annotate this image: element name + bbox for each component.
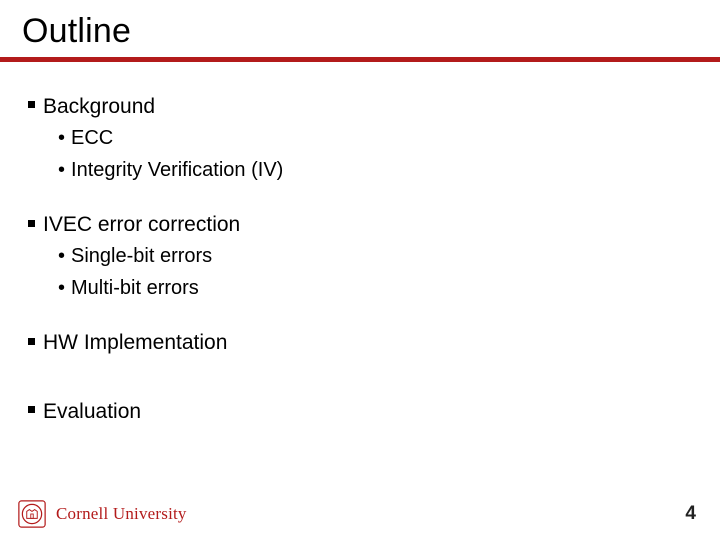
dot-bullet-icon: • — [58, 246, 65, 266]
slide-title: Outline — [0, 0, 720, 55]
outline-label: Background — [43, 95, 155, 118]
outline-sublabel: Single-bit errors — [71, 245, 212, 267]
cornell-seal-icon — [18, 500, 46, 528]
dot-bullet-icon: • — [58, 160, 65, 180]
square-bullet-icon — [28, 101, 35, 108]
outline-sublabel: ECC — [71, 127, 113, 149]
slide-body: Background • ECC • Integrity Verification … — [0, 62, 720, 426]
outline-item-ivec: IVEC error correction — [28, 212, 692, 239]
outline-label: Evaluation — [43, 400, 141, 423]
slide-footer: Cornell University 4 — [18, 500, 698, 528]
dot-bullet-icon: • — [58, 128, 65, 148]
square-bullet-icon — [28, 220, 35, 227]
footer-brand: Cornell University — [18, 500, 187, 528]
page-number: 4 — [685, 503, 698, 525]
outline-label: IVEC error correction — [43, 213, 240, 236]
outline-subitem: • Integrity Verification (IV) — [58, 158, 692, 184]
institution-name: Cornell University — [56, 504, 187, 524]
square-bullet-icon — [28, 338, 35, 345]
outline-sublabel: Integrity Verification (IV) — [71, 159, 283, 181]
outline-sublabel: Multi-bit errors — [71, 277, 199, 299]
outline-subitem: • ECC — [58, 126, 692, 152]
outline-subitem: • Multi-bit errors — [58, 276, 692, 302]
outline-label: HW Implementation — [43, 331, 227, 354]
outline-item-background: Background — [28, 94, 692, 121]
dot-bullet-icon: • — [58, 278, 65, 298]
outline-item-evaluation: Evaluation — [28, 399, 692, 426]
outline-item-hw: HW Implementation — [28, 330, 692, 357]
square-bullet-icon — [28, 406, 35, 413]
outline-subitem: • Single-bit errors — [58, 244, 692, 270]
slide: Outline Background • ECC • Integrity Verif… — [0, 0, 720, 540]
